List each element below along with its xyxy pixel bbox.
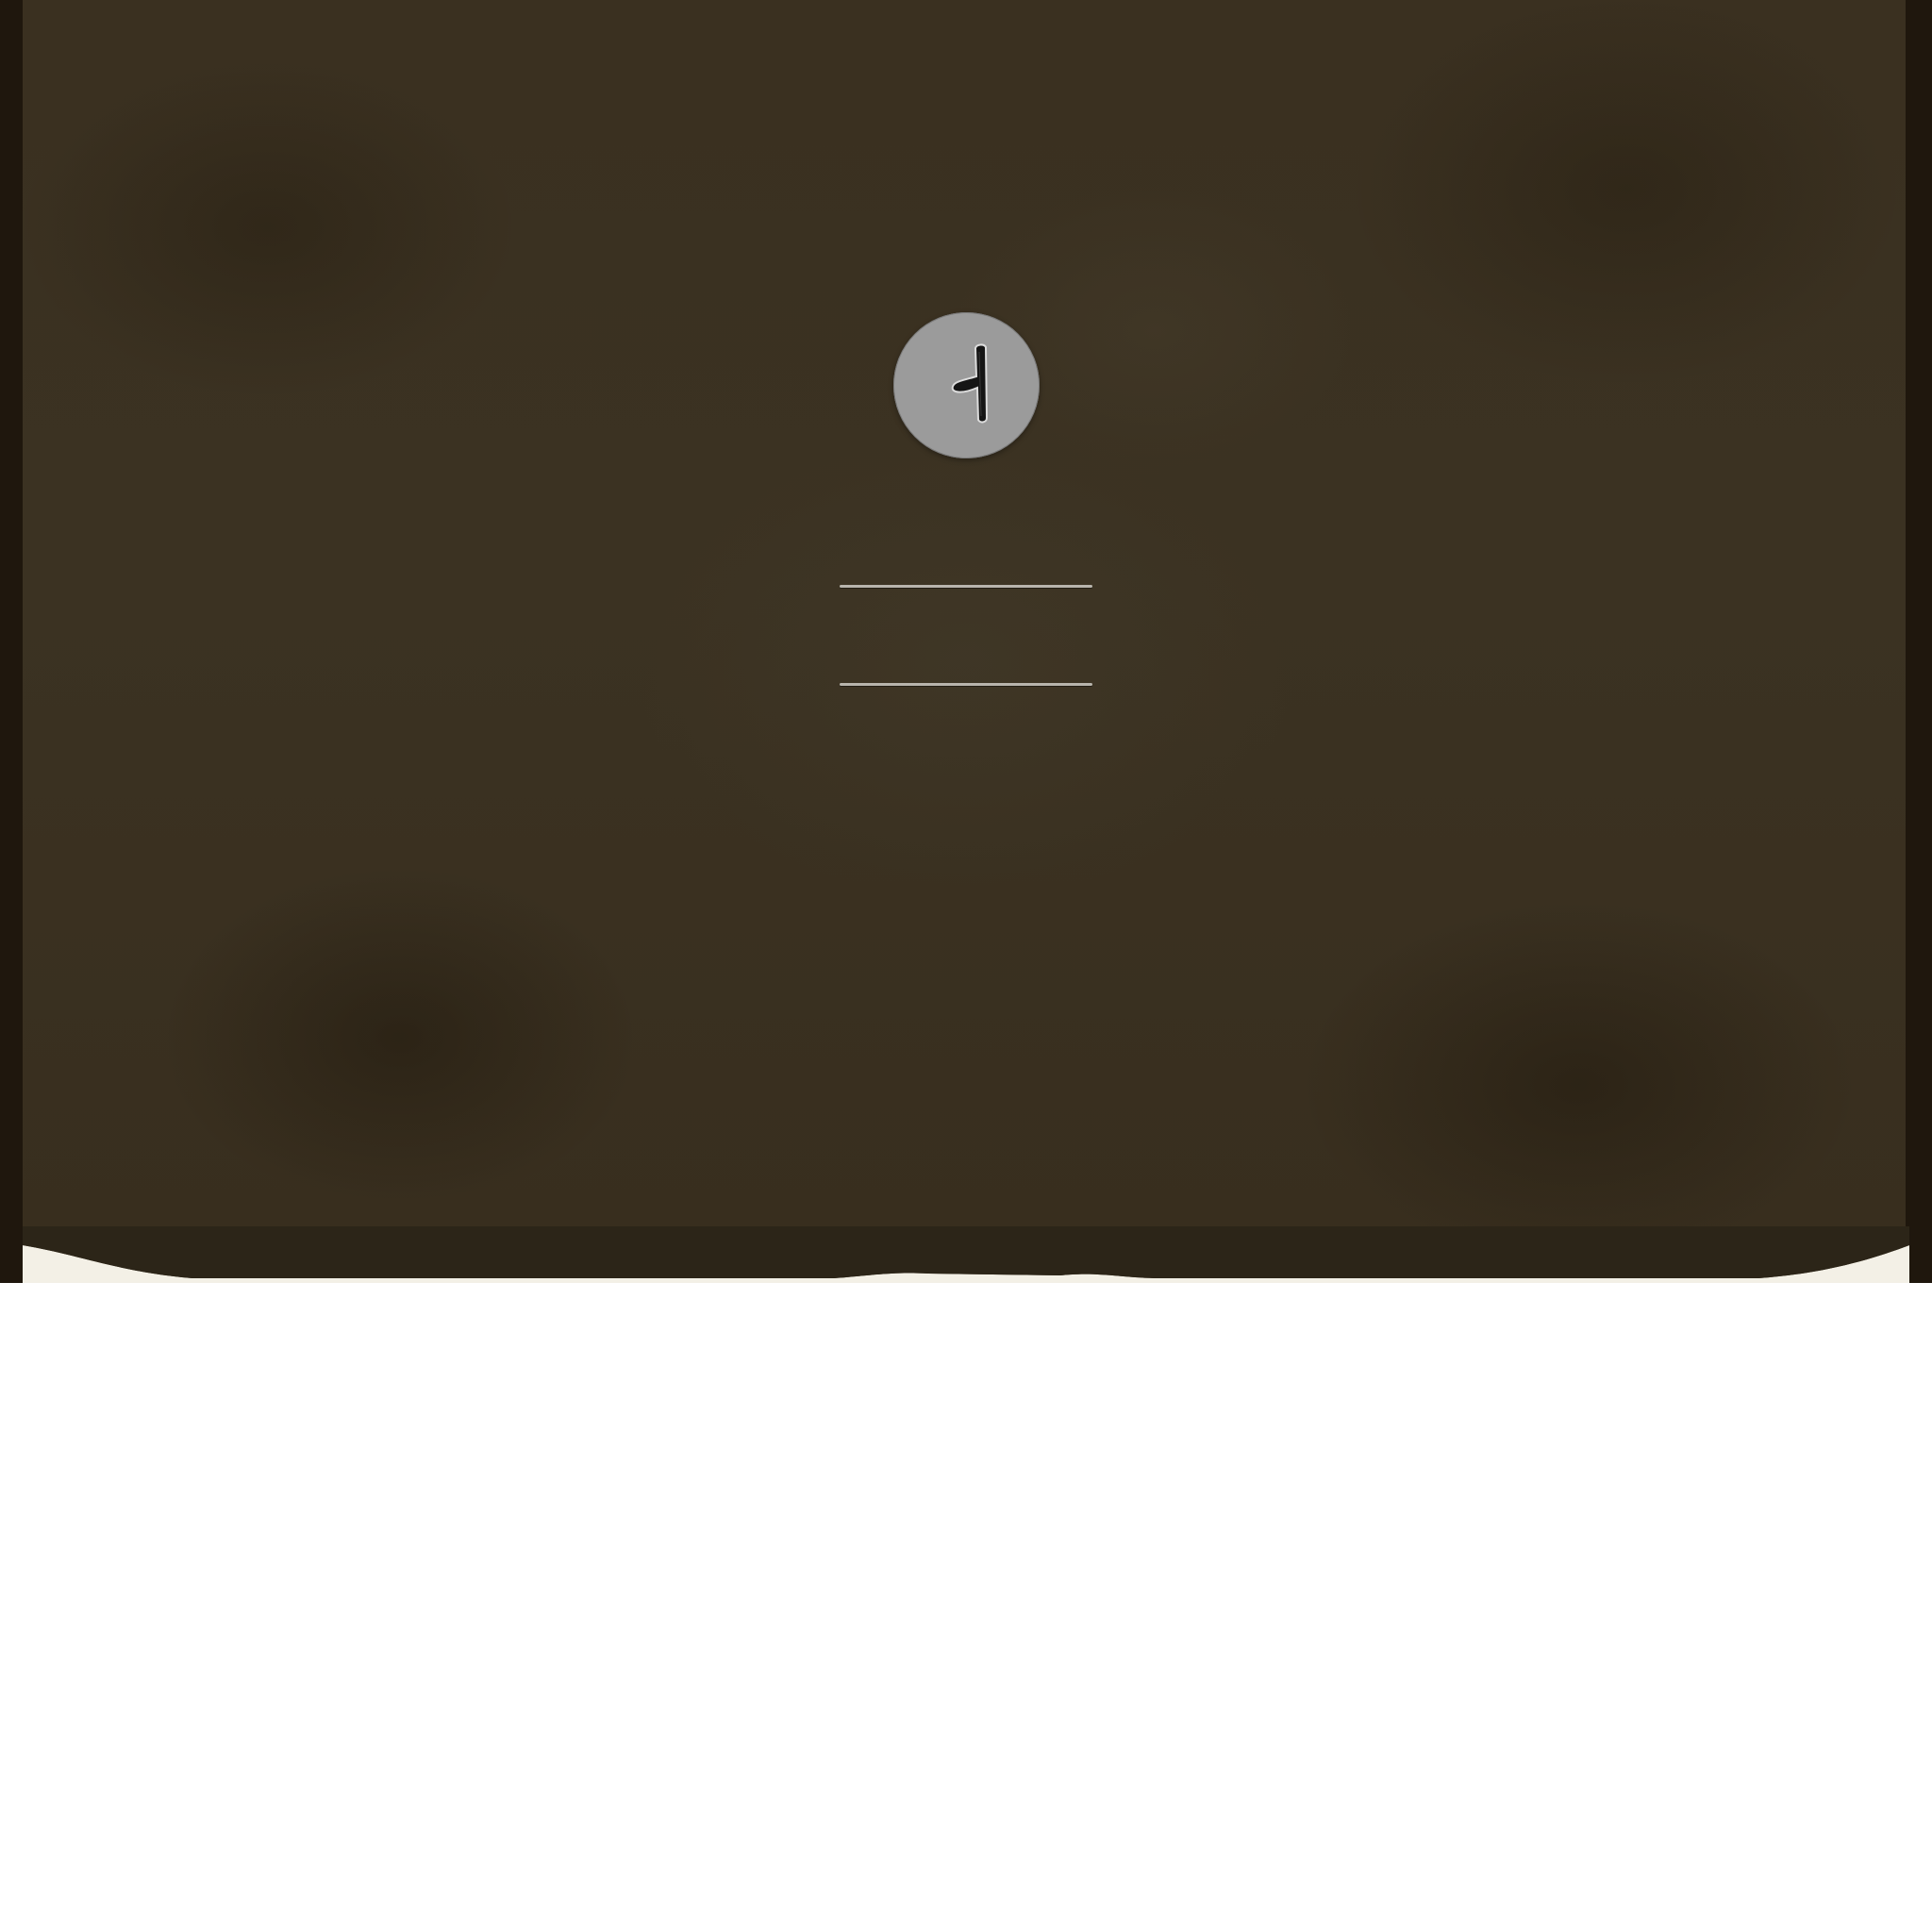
username-input[interactable] (840, 534, 1092, 587)
password-field[interactable] (840, 632, 1092, 685)
username-underline (840, 585, 1092, 588)
avatar[interactable] (893, 312, 1040, 458)
avatar-glyph-icon (951, 343, 989, 424)
username-field[interactable] (840, 534, 1092, 587)
password-underline (840, 683, 1092, 686)
panel-bottom-edge (23, 1226, 1909, 1283)
login-screen (0, 0, 1932, 1932)
password-input[interactable] (840, 632, 1092, 685)
